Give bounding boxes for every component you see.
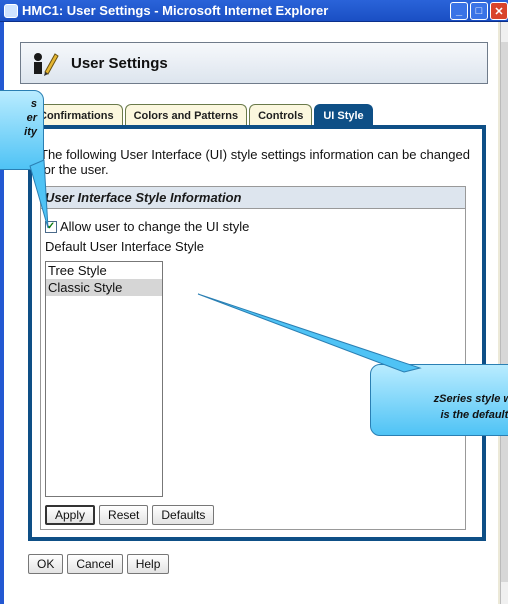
window-controls: _ □ ✕: [450, 2, 508, 20]
callout-left-line-2: er: [26, 112, 37, 124]
page-title: User Settings: [71, 54, 168, 72]
page-content: User Settings Confirmations Colors and P…: [4, 22, 498, 604]
callout-right-line-3: is the default -: [440, 409, 508, 421]
callout-right-line-2: zSeries style wi: [433, 393, 508, 405]
callout-right-line-1: T: [377, 375, 508, 391]
callout-right: T zSeries style wi is the default -: [370, 364, 508, 436]
reset-button[interactable]: Reset: [99, 505, 149, 525]
vertical-scrollbar[interactable]: [500, 22, 508, 604]
callout-left: s er ity: [0, 90, 44, 170]
cancel-button[interactable]: Cancel: [67, 554, 123, 574]
window-titlebar: HMC1: User Settings - Microsoft Internet…: [0, 0, 508, 22]
list-item-tree-style[interactable]: Tree Style: [46, 262, 162, 279]
minimize-button[interactable]: _: [450, 2, 468, 20]
panel-buttons: Apply Reset Defaults: [45, 505, 215, 525]
scrollbar-thumb[interactable]: [501, 42, 508, 582]
settings-tabs: Confirmations Colors and Patterns Contro…: [30, 104, 375, 126]
callout-left-line-1: s: [30, 98, 37, 110]
close-button[interactable]: ✕: [490, 2, 508, 20]
allow-change-label: Allow user to change the UI style: [60, 219, 250, 234]
tab-ui-style[interactable]: UI Style: [314, 104, 373, 126]
intro-text: The following User Interface (UI) style …: [40, 147, 470, 177]
window-title: HMC1: User Settings - Microsoft Internet…: [22, 3, 329, 18]
dialog-buttons: OK Cancel Help: [28, 554, 170, 574]
maximize-button[interactable]: □: [470, 2, 488, 20]
callout-left-line-3: ity: [24, 126, 37, 138]
ui-style-panel: The following User Interface (UI) style …: [28, 125, 486, 541]
tab-controls[interactable]: Controls: [249, 104, 313, 126]
settings-pen-icon: [34, 53, 59, 76]
ie-icon: [4, 3, 18, 18]
default-style-label: Default User Interface Style: [45, 239, 204, 254]
apply-button[interactable]: Apply: [45, 505, 96, 525]
defaults-button[interactable]: Defaults: [152, 505, 215, 525]
help-button[interactable]: Help: [126, 554, 170, 574]
ui-style-group: User Interface Style Information ✓ Allow…: [40, 186, 466, 530]
allow-change-checkbox[interactable]: ✓: [45, 220, 57, 233]
tab-colors-and-patterns[interactable]: Colors and Patterns: [124, 104, 248, 126]
ok-button[interactable]: OK: [28, 554, 64, 574]
allow-change-row: ✓ Allow user to change the UI style: [45, 219, 249, 234]
list-item-classic-style[interactable]: Classic Style: [46, 279, 162, 296]
ui-style-listbox[interactable]: Tree Style Classic Style: [45, 261, 163, 497]
settings-heading: User Settings: [20, 42, 488, 84]
group-title: User Interface Style Information: [41, 187, 465, 209]
browser-window: HMC1: User Settings - Microsoft Internet…: [0, 0, 508, 604]
